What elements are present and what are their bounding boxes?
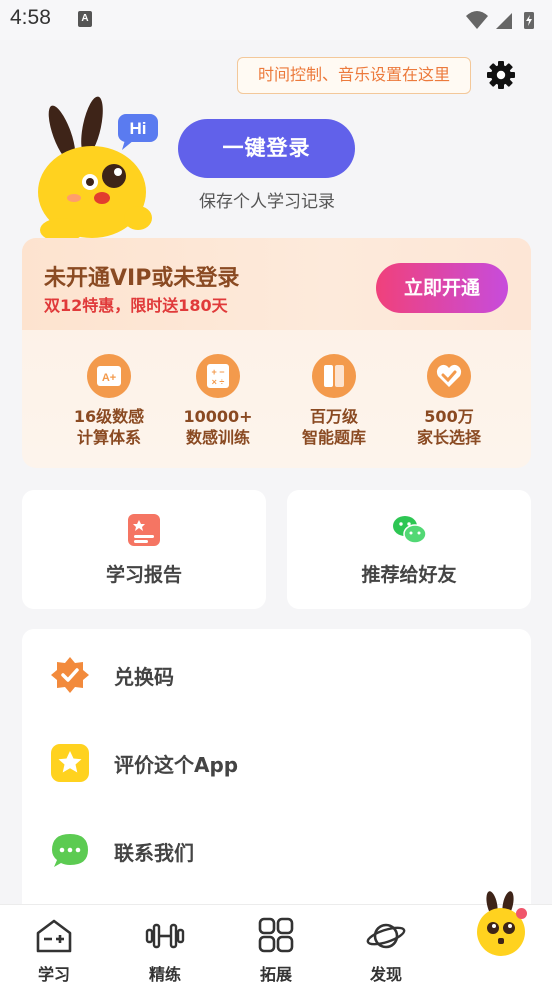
mascot-avatar[interactable]: Hi [30, 96, 160, 242]
card-label: 学习报告 [105, 564, 182, 586]
menu-item-redeem-code[interactable]: 兑换码 [22, 645, 531, 705]
svg-text:× ÷: × ÷ [212, 377, 225, 387]
one-click-login-button[interactable]: 一键登录 [178, 119, 355, 178]
feature-label: 10000+ 数感训练 [183, 407, 253, 447]
feature-item: + − × ÷ 10000+ 数感训练 [168, 354, 268, 448]
feature-item: A+ 16级数感 计算体系 [59, 354, 159, 448]
notification-icon: A [78, 11, 92, 27]
card-label: 推荐给好友 [361, 564, 457, 586]
svg-text:+ −: + − [211, 367, 224, 377]
feature-item: 500万 家长选择 [399, 354, 499, 448]
check-heart-icon [427, 354, 471, 398]
wechat-icon [393, 516, 427, 544]
feature-label: 百万级 智能题库 [301, 407, 366, 447]
menu-item-rate-app[interactable]: 评价这个App [22, 733, 531, 793]
signal-icon [496, 13, 512, 29]
feature-item: 百万级 智能题库 [284, 354, 384, 448]
settings-menu: 兑换码 评价这个App 联系我们 [22, 629, 531, 929]
vip-status-title: 未开通VIP或未登录 [44, 266, 240, 291]
bottom-tab-bar: 学习 精练 拓展 发现 [0, 904, 552, 983]
status-bar: 4:58 A [0, 0, 552, 40]
report-icon [128, 514, 160, 546]
svg-text:A+: A+ [102, 372, 116, 384]
question-bank-icon [312, 354, 356, 398]
redeem-badge-icon [51, 657, 89, 693]
menu-label: 兑换码 [114, 665, 174, 689]
a-plus-book-icon: A+ [87, 354, 131, 398]
tab-extend[interactable]: 拓展 [232, 905, 320, 983]
open-vip-button[interactable]: 立即开通 [376, 263, 508, 313]
status-time: 4:58 [10, 6, 51, 29]
menu-item-contact-us[interactable]: 联系我们 [22, 821, 531, 881]
menu-label: 评价这个App [114, 753, 239, 777]
tab-practice[interactable]: 精练 [121, 905, 209, 983]
notification-dot [516, 908, 527, 919]
feature-label: 16级数感 计算体系 [73, 407, 145, 447]
login-subtitle: 保存个人学习记录 [199, 192, 335, 212]
tab-label: 精练 [148, 965, 181, 983]
chat-bubble-icon [52, 834, 88, 867]
planet-icon [366, 923, 406, 949]
gear-icon[interactable] [484, 58, 518, 92]
wifi-icon [466, 11, 488, 29]
grid-icon [258, 917, 294, 953]
vip-card: 未开通VIP或未登录 双12特惠，限时送180天 立即开通 A+ 16级数感 计… [22, 238, 531, 468]
settings-tip: 时间控制、音乐设置在这里 [237, 57, 471, 94]
tab-study[interactable]: 学习 [10, 905, 98, 983]
menu-label: 联系我们 [114, 841, 194, 865]
star-rating-icon [51, 744, 89, 782]
tab-label: 拓展 [259, 965, 292, 983]
system-status-icons [466, 11, 534, 29]
speech-bubble-text: Hi [130, 119, 147, 138]
tab-label: 学习 [37, 965, 70, 983]
tab-label: 发现 [369, 965, 402, 983]
study-report-card[interactable]: 学习报告 [22, 490, 266, 609]
recommend-to-friends-card[interactable]: 推荐给好友 [287, 490, 531, 609]
vip-promo-text: 双12特惠，限时送180天 [44, 296, 228, 315]
tab-discover[interactable]: 发现 [342, 905, 430, 983]
feature-label: 500万 家长选择 [416, 407, 481, 447]
mascot-tab-icon[interactable] [472, 888, 530, 958]
study-icon [36, 919, 72, 953]
math-calculator-icon: + − × ÷ [196, 354, 240, 398]
dumbbell-icon [145, 923, 185, 949]
